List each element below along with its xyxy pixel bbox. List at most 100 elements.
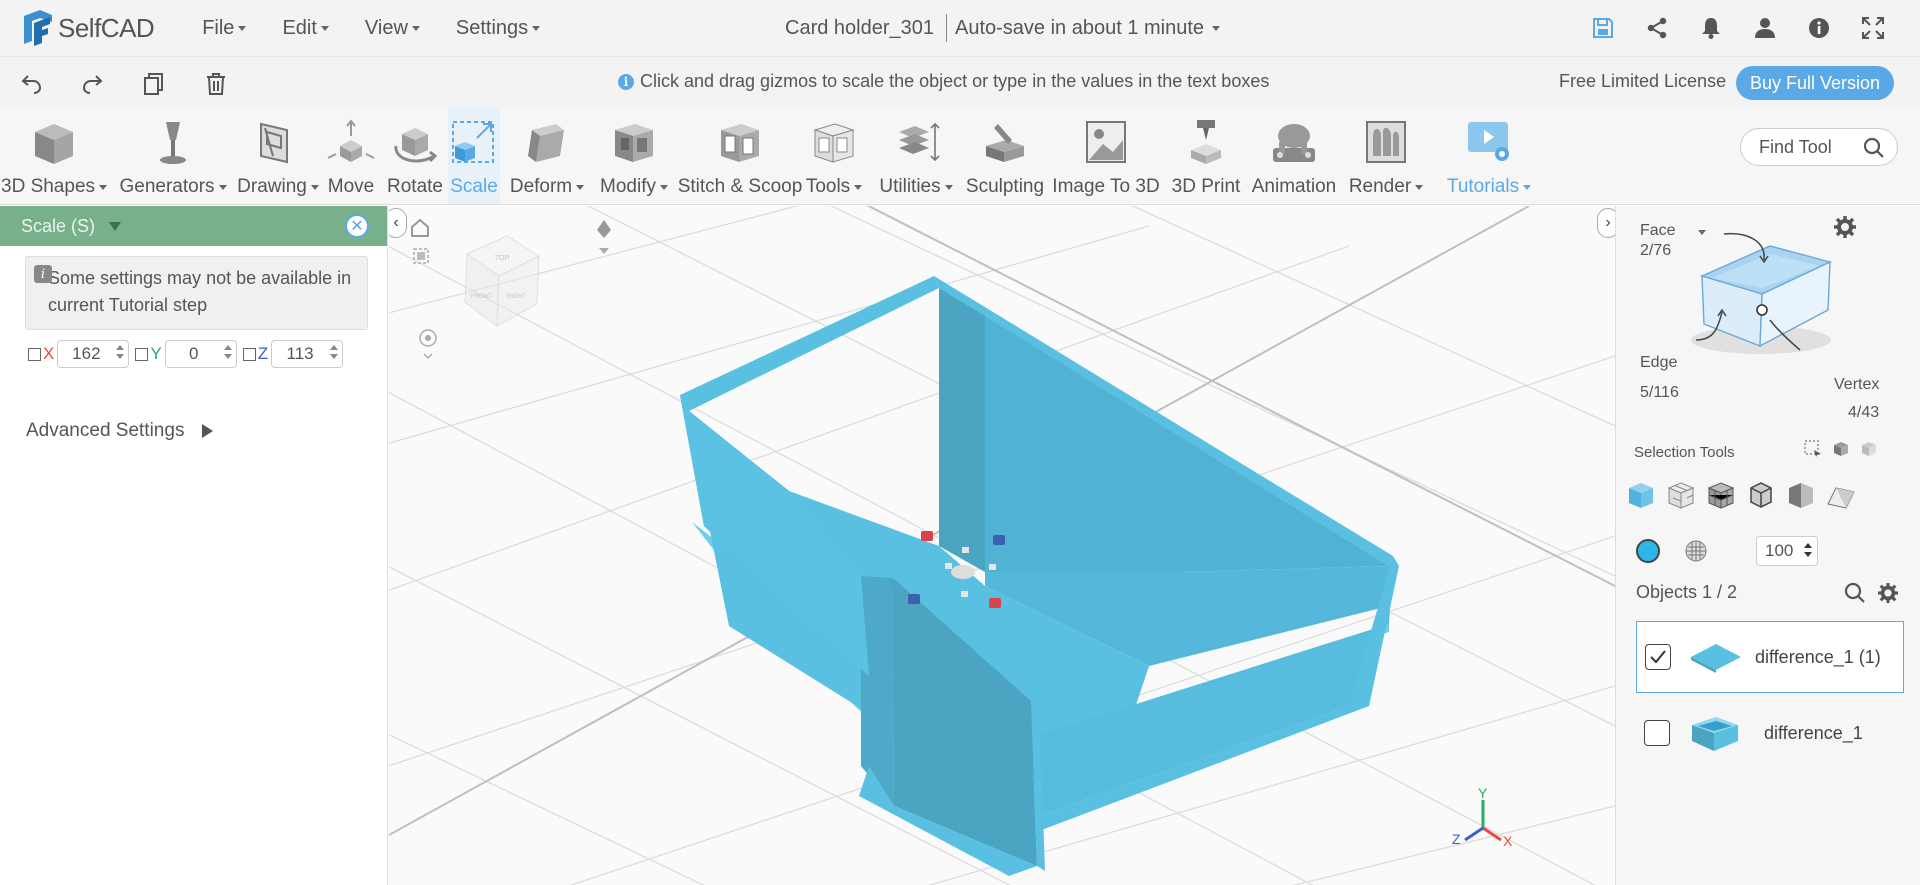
gizmo-handle-blue[interactable] [908, 594, 920, 604]
selection-mode-icons [1804, 440, 1878, 458]
material-texture-icon[interactable] [1684, 539, 1708, 563]
color-picker-swatch[interactable] [1636, 539, 1660, 563]
render-icon [1359, 116, 1413, 170]
view-cube-front-label: FRONT [471, 294, 492, 300]
menu-view[interactable]: View [365, 17, 420, 40]
collapse-arrow-icon[interactable] [109, 221, 122, 231]
tool-drawing[interactable]: Drawing [237, 108, 319, 204]
tool-generators[interactable]: Generators [118, 108, 228, 204]
gizmo-handle-red[interactable] [989, 598, 1001, 608]
tool-label-text: Move [327, 176, 375, 197]
selection-cube-diagram[interactable] [1666, 220, 1846, 370]
opacity-stepper[interactable]: 100 [1756, 536, 1818, 566]
tool-stitch-scoop[interactable]: Stitch & Scoop [675, 108, 805, 204]
tool-deform[interactable]: Deform [504, 108, 590, 204]
x-scale-value: 162 [72, 344, 101, 363]
tool-3d-shapes[interactable]: 3D Shapes [1, 108, 108, 204]
tool-animation[interactable]: Animation [1246, 108, 1342, 204]
card-holder-object[interactable] [680, 276, 1399, 876]
tool-move[interactable]: Move [323, 108, 379, 204]
menu-file[interactable]: File [202, 16, 247, 40]
user-icon[interactable] [1738, 14, 1792, 42]
redo-icon[interactable] [78, 70, 106, 98]
3d-viewport[interactable]: TOP FRONT RIGHT Y Z X ‹ › [389, 206, 1615, 885]
stepper-icon[interactable] [330, 345, 339, 359]
tool-3d-print[interactable]: 3D Print [1168, 108, 1244, 204]
tool-render[interactable]: Render [1346, 108, 1426, 204]
select-hidden-icon[interactable] [1860, 440, 1878, 458]
y-lock-checkbox[interactable] [135, 347, 149, 361]
search-icon[interactable] [1863, 137, 1885, 159]
stepper-icon[interactable] [116, 345, 125, 359]
gizmo-handle-blue[interactable] [993, 535, 1005, 545]
solid-select-icon[interactable] [1786, 480, 1816, 510]
menu-edit[interactable]: Edit [282, 17, 329, 40]
object-row[interactable]: difference_1 [1636, 697, 1904, 769]
object-visibility-checkbox[interactable] [1644, 720, 1670, 746]
fullscreen-icon[interactable] [1846, 14, 1900, 42]
edge-select-icon[interactable] [1746, 480, 1776, 510]
advanced-settings-toggle[interactable]: Advanced Settings [26, 420, 214, 442]
collapse-left-panel-button[interactable]: ‹ [389, 208, 407, 238]
tool-utilities[interactable]: Utilities [875, 108, 957, 204]
collapse-right-panel-button[interactable]: › [1597, 208, 1615, 238]
main-menu: File Edit View Settings [202, 17, 576, 40]
tool-tutorials[interactable]: Tutorials [1444, 108, 1534, 204]
chevron-down-icon [576, 184, 585, 190]
gear-icon[interactable] [1878, 583, 1898, 603]
tool-label: Modify [600, 176, 668, 198]
tool-label: Image To 3D [1052, 176, 1159, 198]
tool-modify[interactable]: Modify [593, 108, 675, 204]
object-visibility-checkbox[interactable] [1645, 644, 1671, 670]
y-scale-field[interactable]: 0 [164, 340, 237, 368]
info-icon: i [34, 265, 52, 283]
select-cube-icon[interactable] [1832, 440, 1850, 458]
box-select-icon[interactable] [1804, 440, 1822, 458]
chevron-down-icon[interactable] [1212, 25, 1221, 31]
find-tool-input[interactable]: Find Tool [1740, 128, 1898, 166]
menu-settings[interactable]: Settings [456, 17, 541, 40]
tool-scale[interactable]: Scale [448, 108, 500, 204]
bell-icon[interactable] [1684, 14, 1738, 42]
stepper-icon[interactable] [1804, 543, 1812, 557]
plane-select-icon[interactable] [1826, 480, 1856, 510]
save-icon[interactable] [1576, 14, 1630, 42]
autosave-status[interactable]: Auto-save in about 1 minute [955, 17, 1204, 40]
x-lock-checkbox[interactable] [28, 347, 41, 361]
scene-canvas[interactable]: TOP FRONT RIGHT Y Z X [389, 206, 1615, 885]
object-thumbnail [1691, 644, 1741, 673]
tool-label: Move [328, 176, 374, 198]
tool-tools[interactable]: Tools [804, 108, 864, 204]
z-scale-field[interactable]: 113 [271, 340, 344, 368]
copy-icon[interactable] [140, 70, 168, 98]
close-panel-button[interactable]: ✕ [345, 214, 369, 238]
tool-rotate[interactable]: Rotate [383, 108, 447, 204]
expand-arrow-icon [202, 424, 214, 438]
delete-icon[interactable] [202, 70, 230, 98]
share-icon[interactable] [1630, 14, 1684, 42]
scale-panel-header[interactable]: Scale (S) [0, 206, 387, 246]
info-icon[interactable] [1792, 14, 1846, 42]
z-lock-checkbox[interactable] [242, 347, 256, 361]
stepper-icon[interactable] [223, 345, 232, 359]
object-select-icon[interactable] [1626, 480, 1656, 510]
tool-image-to-3d[interactable]: Image To 3D [1050, 108, 1162, 204]
tool-label-text: Stitch & Scoop [677, 176, 803, 197]
search-icon[interactable] [1844, 582, 1866, 604]
document-title[interactable]: Card holder_301 [785, 17, 934, 40]
undo-icon[interactable] [18, 70, 46, 98]
buy-full-version-button[interactable]: Buy Full Version [1736, 66, 1894, 100]
home-icon[interactable] [411, 218, 429, 237]
selfcad-logo[interactable]: SelfCAD [20, 10, 155, 46]
polygon-select-icon[interactable] [1706, 480, 1736, 510]
menu-file-label: File [202, 16, 235, 39]
camera-orbit-icon[interactable] [419, 329, 437, 360]
perspective-icon[interactable] [597, 220, 611, 254]
scale-icon [447, 116, 501, 170]
tool-sculpting[interactable]: Sculpting [960, 108, 1050, 204]
gizmo-handle-red[interactable] [921, 531, 933, 541]
view-cube[interactable]: TOP FRONT RIGHT [464, 235, 541, 327]
x-scale-field[interactable]: 162 [57, 340, 130, 368]
object-row[interactable]: difference_1 (1) [1636, 621, 1904, 693]
face-grid-select-icon[interactable] [1666, 480, 1696, 510]
